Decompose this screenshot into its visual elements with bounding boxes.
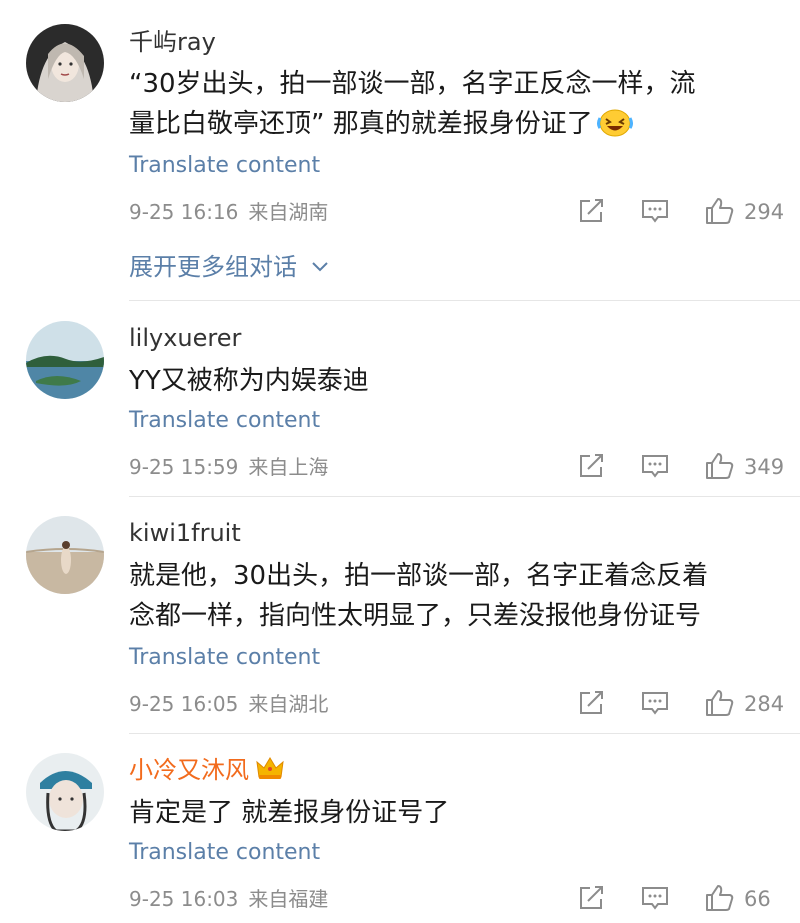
comment-text: 肯定是了 就差报身份证号了: [129, 793, 779, 833]
comment-meta: 9-25 16:03 来自福建: [129, 885, 328, 913]
comment-text: 就是他，30出头，拍一部谈一部，名字正着念反着 念都一样，指向性太明显了，只差没…: [129, 556, 779, 636]
comment-text-line: 就是他，30出头，拍一部谈一部，名字正着念反着: [129, 561, 709, 591]
like-icon[interactable]: [704, 196, 736, 230]
username[interactable]: 小冷又沐风: [129, 754, 285, 789]
username[interactable]: lilyxuerer: [129, 322, 241, 354]
username[interactable]: kiwi1fruit: [129, 517, 241, 549]
reply-icon[interactable]: [640, 196, 670, 230]
like-icon[interactable]: [704, 688, 736, 722]
avatar-image: [26, 516, 104, 594]
comment-actions: 294: [540, 196, 800, 228]
comment-location: 来自上海: [248, 455, 329, 479]
divider: [129, 300, 800, 301]
avatar[interactable]: [26, 321, 104, 399]
avatar[interactable]: [26, 753, 104, 831]
chevron-down-icon: [311, 249, 329, 281]
like-icon[interactable]: [704, 883, 736, 917]
comment-meta: 9-25 15:59 来自上海: [129, 453, 328, 481]
like-icon[interactable]: [704, 451, 736, 485]
comment-text: “30岁出头，拍一部谈一部，名字正反念一样，流 量比白敬亭还顶” 那真的就差报身…: [129, 64, 779, 150]
comment-location: 来自福建: [248, 887, 329, 911]
reply-icon[interactable]: [640, 451, 670, 485]
share-icon[interactable]: [576, 883, 606, 917]
like-count: 284: [744, 692, 785, 716]
avatar-image: [26, 753, 104, 831]
comment-text-line: 念都一样，指向性太明显了，只差没报他身份证号: [129, 601, 702, 631]
username[interactable]: 千屿ray: [129, 26, 216, 58]
like-count: 66: [744, 887, 771, 911]
comment-time: 9-25 15:59: [129, 455, 239, 479]
comment-meta: 9-25 16:16 来自湖南: [129, 198, 328, 226]
comment-location: 来自湖南: [248, 200, 329, 224]
comment-time: 9-25 16:05: [129, 692, 239, 716]
crown-icon: [255, 755, 285, 789]
translate-content-link[interactable]: Translate content: [129, 838, 320, 868]
comment-location: 来自湖北: [248, 692, 329, 716]
like-count: 349: [744, 455, 785, 479]
comment-actions: 349: [540, 451, 800, 483]
comment-actions: 66: [540, 883, 800, 915]
share-icon[interactable]: [576, 688, 606, 722]
translate-content-link[interactable]: Translate content: [129, 406, 320, 436]
comment-text-line: 量比白敬亭还顶” 那真的就差报身份证了: [129, 104, 779, 150]
avatar[interactable]: [26, 24, 104, 102]
comment-text-line: YY又被称为内娱泰迪: [129, 366, 369, 396]
comment-time: 9-25 16:03: [129, 887, 239, 911]
translate-content-link[interactable]: Translate content: [129, 643, 320, 673]
expand-conversation-link[interactable]: 展开更多组对话: [129, 249, 329, 283]
comment-text-line: “30岁出头，拍一部谈一部，名字正反念一样，流: [129, 69, 696, 99]
reply-icon[interactable]: [640, 883, 670, 917]
avatar-image: [26, 321, 104, 399]
like-count: 294: [744, 200, 785, 224]
reply-icon[interactable]: [640, 688, 670, 722]
comment-time: 9-25 16:16: [129, 200, 239, 224]
translate-content-link[interactable]: Translate content: [129, 151, 320, 181]
comment-text: YY又被称为内娱泰迪: [129, 361, 779, 401]
comment-text-line: 肯定是了 就差报身份证号了: [129, 798, 450, 828]
avatar[interactable]: [26, 516, 104, 594]
laughing-crying-emoji-icon: [596, 106, 633, 150]
share-icon[interactable]: [576, 196, 606, 230]
divider: [129, 496, 800, 497]
comment-meta: 9-25 16:05 来自湖北: [129, 690, 328, 718]
expand-conversation-label: 展开更多组对话: [129, 253, 297, 281]
avatar-image: [26, 24, 104, 102]
comment-text-line-content: 量比白敬亭还顶” 那真的就差报身份证了: [129, 109, 593, 139]
share-icon[interactable]: [576, 451, 606, 485]
username-label: 小冷又沐风: [129, 756, 249, 784]
comment-actions: 284: [540, 688, 800, 720]
divider: [129, 733, 800, 734]
